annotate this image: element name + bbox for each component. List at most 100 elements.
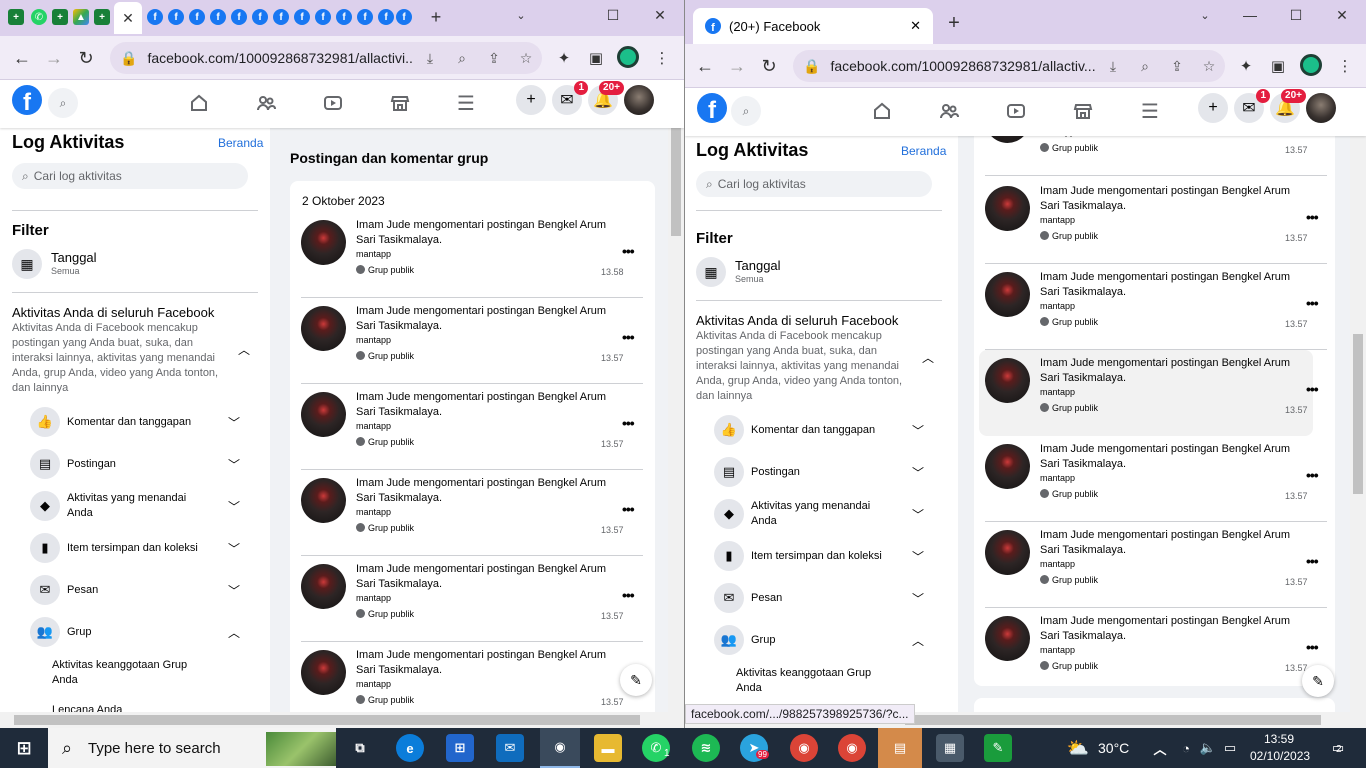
menu-icon[interactable]: ☰ [1132,100,1168,123]
watch-icon[interactable] [315,92,351,114]
chevron-up-icon[interactable]: ︿ [1146,734,1174,762]
chevron-down-icon[interactable]: ﹀ [228,456,240,473]
category-saved[interactable]: ▮ Item tersimpan dan koleksi ﹀ [30,531,240,565]
more-icon[interactable]: ••• [1306,209,1319,225]
tab-facebook[interactable]: f (20+) Facebook ✕ [693,8,933,44]
extensions-icon[interactable]: ✦ [550,42,578,74]
menu-icon[interactable]: ⋮ [1331,50,1359,82]
friends-icon[interactable] [248,92,284,114]
chevron-down-icon[interactable]: ﹀ [912,464,924,481]
chevron-up-icon[interactable]: ︿ [236,341,252,357]
search-input[interactable]: ⌕ Cari log aktivitas [12,163,248,189]
more-icon[interactable]: ••• [1306,295,1319,311]
sheets-icon[interactable]: + [8,9,24,25]
search-input[interactable]: ⌕ Cari log aktivitas [696,171,932,197]
new-tab-icon[interactable]: + [939,12,969,34]
install-icon[interactable]: ⤓ [414,50,446,67]
share-icon[interactable]: ⇪ [478,50,510,67]
chrome-profile-icon[interactable]: ◉ [790,734,818,762]
messenger-icon[interactable]: ✉ 1 [552,81,588,115]
facebook-icon[interactable]: f [315,9,331,25]
facebook-icon[interactable]: f [336,9,352,25]
notifications-icon[interactable]: 🔔 20+ [1270,89,1306,123]
zoom-icon[interactable]: ⌕ [1129,58,1161,75]
facebook-icon[interactable]: f [294,9,310,25]
create-icon[interactable]: + [516,85,546,115]
facebook-icon[interactable]: f [273,9,289,25]
avatar[interactable] [624,85,654,115]
sub-item-group-membership[interactable]: Aktivitas keanggotaan Grup Anda [52,658,212,688]
list-item[interactable]: Imam Jude mengomentari postingan Bengkel… [301,642,643,712]
weather-icon[interactable]: ⛅ [1064,734,1092,762]
url-field[interactable]: 🔒 facebook.com/100092868732981/allactivi… [110,42,542,74]
profile-icon[interactable] [617,46,639,68]
category-messages[interactable]: ✉ Pesan ﹀ [714,581,924,615]
avatar[interactable] [1306,93,1336,123]
facebook-icon[interactable]: f [147,9,163,25]
list-item-hovered[interactable]: Imam Jude mengomentari postingan Bengkel… [979,350,1319,436]
chevron-down-icon[interactable]: ﹀ [228,582,240,599]
category-tagged[interactable]: ◆ Aktivitas yang menandai Anda ﹀ [714,497,924,531]
category-comments[interactable]: 👍 Komentar dan tanggapan ﹀ [30,405,240,439]
list-item[interactable]: Imam Jude mengomentari postingan Bengkel… [985,264,1327,350]
chevron-down-icon[interactable]: ﹀ [912,590,924,607]
list-item[interactable]: Imam Jude mengomentari postingan Bengkel… [301,298,643,384]
new-tab-icon[interactable]: + [428,7,444,27]
edit-icon[interactable]: ✎ [1302,665,1334,697]
menu-icon[interactable]: ⋮ [648,42,676,74]
taskbar-search-input[interactable]: ⌕ Type here to search [48,728,336,768]
scroll-thumb[interactable] [1353,334,1363,494]
share-icon[interactable]: ⇪ [1161,58,1193,75]
list-item[interactable]: Imam Jude mengomentari postingan Bengkel… [985,436,1327,522]
window-close-icon[interactable]: ✕ [645,4,675,26]
more-icon[interactable]: ••• [622,501,635,517]
chrome-icon[interactable]: ◉ [540,728,580,768]
chevron-down-icon[interactable]: ﹀ [228,540,240,557]
facebook-logo[interactable]: f [697,93,727,123]
star-icon[interactable]: ☆ [1193,58,1225,75]
more-icon[interactable]: ••• [622,329,635,345]
friends-icon[interactable] [931,100,967,122]
home-icon[interactable] [181,92,217,114]
chevron-up-icon[interactable]: ︿ [228,624,240,641]
back-icon[interactable]: ← [6,42,38,74]
category-saved[interactable]: ▮ Item tersimpan dan koleksi ﹀ [714,539,924,573]
marketplace-icon[interactable] [382,92,418,114]
file-explorer-icon[interactable]: ▬ [594,734,622,762]
list-item[interactable]: Imam Jude mengomentari postingan Bengkel… [301,556,643,642]
profile-icon[interactable] [1300,54,1322,76]
category-tagged[interactable]: ◆ Aktivitas yang menandai Anda ﹀ [30,489,240,523]
category-posts[interactable]: ▤ Postingan ﹀ [714,455,924,489]
scroll-thumb[interactable] [905,715,1321,725]
notifications-icon[interactable]: 🔔 20+ [588,81,624,115]
vertical-scrollbar[interactable] [668,80,684,712]
date-filter[interactable]: ▦ Tanggal Semua [12,247,258,281]
reload-icon[interactable]: ↻ [753,50,785,82]
list-item[interactable]: Imam Jude mengomentari postingan Bengkel… [985,522,1327,608]
facebook-icon[interactable]: f [210,9,226,25]
more-icon[interactable]: ••• [1306,639,1319,655]
category-groups[interactable]: 👥 Grup ︿ [30,615,240,649]
spotify-icon[interactable]: ≋ [692,734,720,762]
facebook-icon[interactable]: f [231,9,247,25]
calculator-icon[interactable]: ▦ [936,734,964,762]
vertical-scrollbar[interactable] [1350,88,1366,712]
facebook-icon[interactable]: f [189,9,205,25]
date-filter[interactable]: ▦ Tanggal Semua [696,255,942,289]
list-item[interactable]: Imam Jude mengomentari postingan Bengkel… [985,608,1327,694]
tab-search-icon[interactable]: ⌄ [1190,4,1220,26]
category-groups[interactable]: 👥 Grup ︿ [714,623,924,657]
more-icon[interactable]: ••• [622,243,635,259]
chevron-down-icon[interactable]: ﹀ [912,548,924,565]
facebook-icon[interactable]: f [357,9,373,25]
reload-icon[interactable]: ↻ [70,42,102,74]
chevron-down-icon[interactable]: ﹀ [228,414,240,431]
facebook-logo[interactable]: f [12,85,42,115]
chevron-down-icon[interactable]: ﹀ [228,498,240,515]
category-posts[interactable]: ▤ Postingan ﹀ [30,447,240,481]
forward-icon[interactable]: → [38,42,70,74]
notepad-icon[interactable]: ▤ [878,728,922,768]
drive-icon[interactable]: ▲ [73,9,89,25]
sheets-icon[interactable]: + [94,9,110,25]
list-item[interactable]: Imam Jude mengomentari postingan Bengkel… [301,212,643,298]
